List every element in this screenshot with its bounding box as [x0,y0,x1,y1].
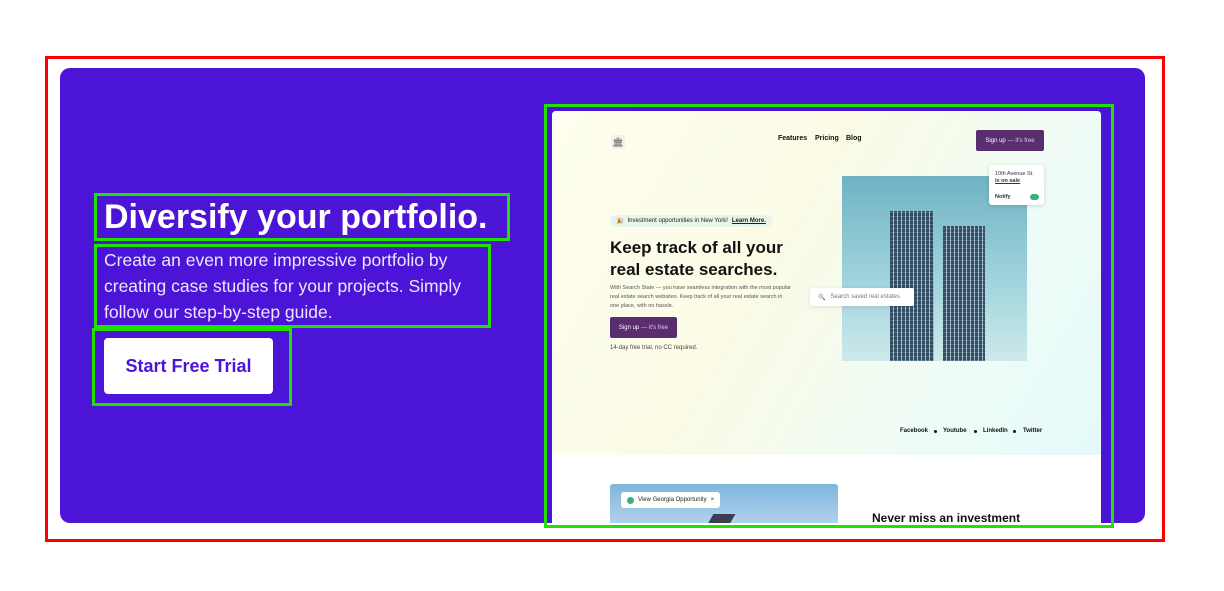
preview-highlight-box [544,104,1114,528]
subtitle-highlight-box [94,244,491,328]
title-highlight-box [94,193,510,241]
cta-highlight-box [92,328,292,406]
